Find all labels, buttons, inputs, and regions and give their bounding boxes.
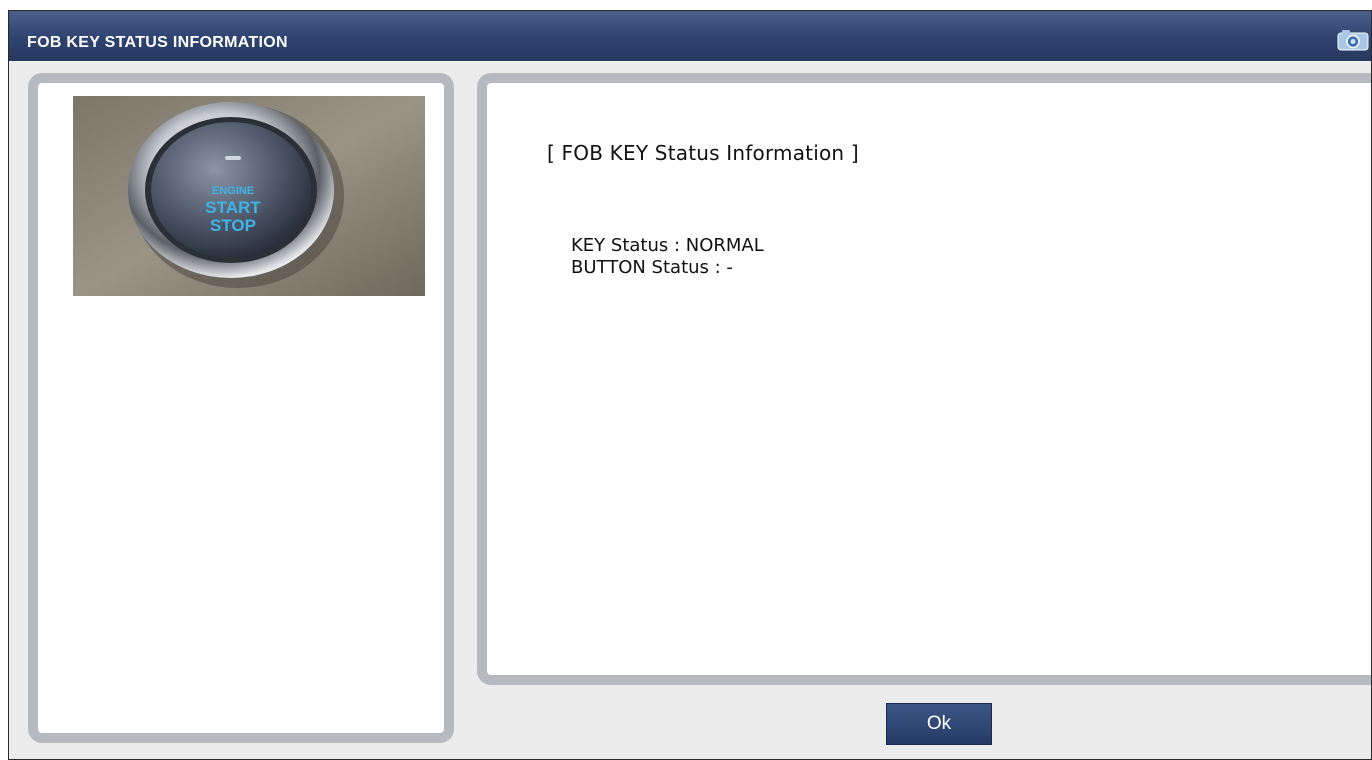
button-label-engine: ENGINE	[212, 185, 254, 197]
title-bar: FOB KEY STATUS INFORMATION	[9, 11, 1371, 61]
ok-button[interactable]: Ok	[886, 703, 992, 745]
fob-key-status-window: FOB KEY STATUS INFORMATION ENGINE START …	[8, 10, 1372, 760]
camera-icon[interactable]	[1337, 29, 1369, 51]
button-status-text: BUTTON Status : -	[571, 257, 733, 278]
status-info-panel: [ FOB KEY Status Information ] KEY Statu…	[477, 73, 1371, 685]
engine-start-stop-button-photo: ENGINE START STOP	[73, 96, 425, 296]
image-panel: ENGINE START STOP	[28, 73, 454, 743]
button-label-stop: STOP	[210, 216, 256, 235]
status-info-heading: [ FOB KEY Status Information ]	[547, 141, 859, 165]
window-title: FOB KEY STATUS INFORMATION	[27, 34, 288, 51]
button-label-start: START	[205, 198, 261, 217]
key-status-text: KEY Status : NORMAL	[571, 235, 764, 256]
